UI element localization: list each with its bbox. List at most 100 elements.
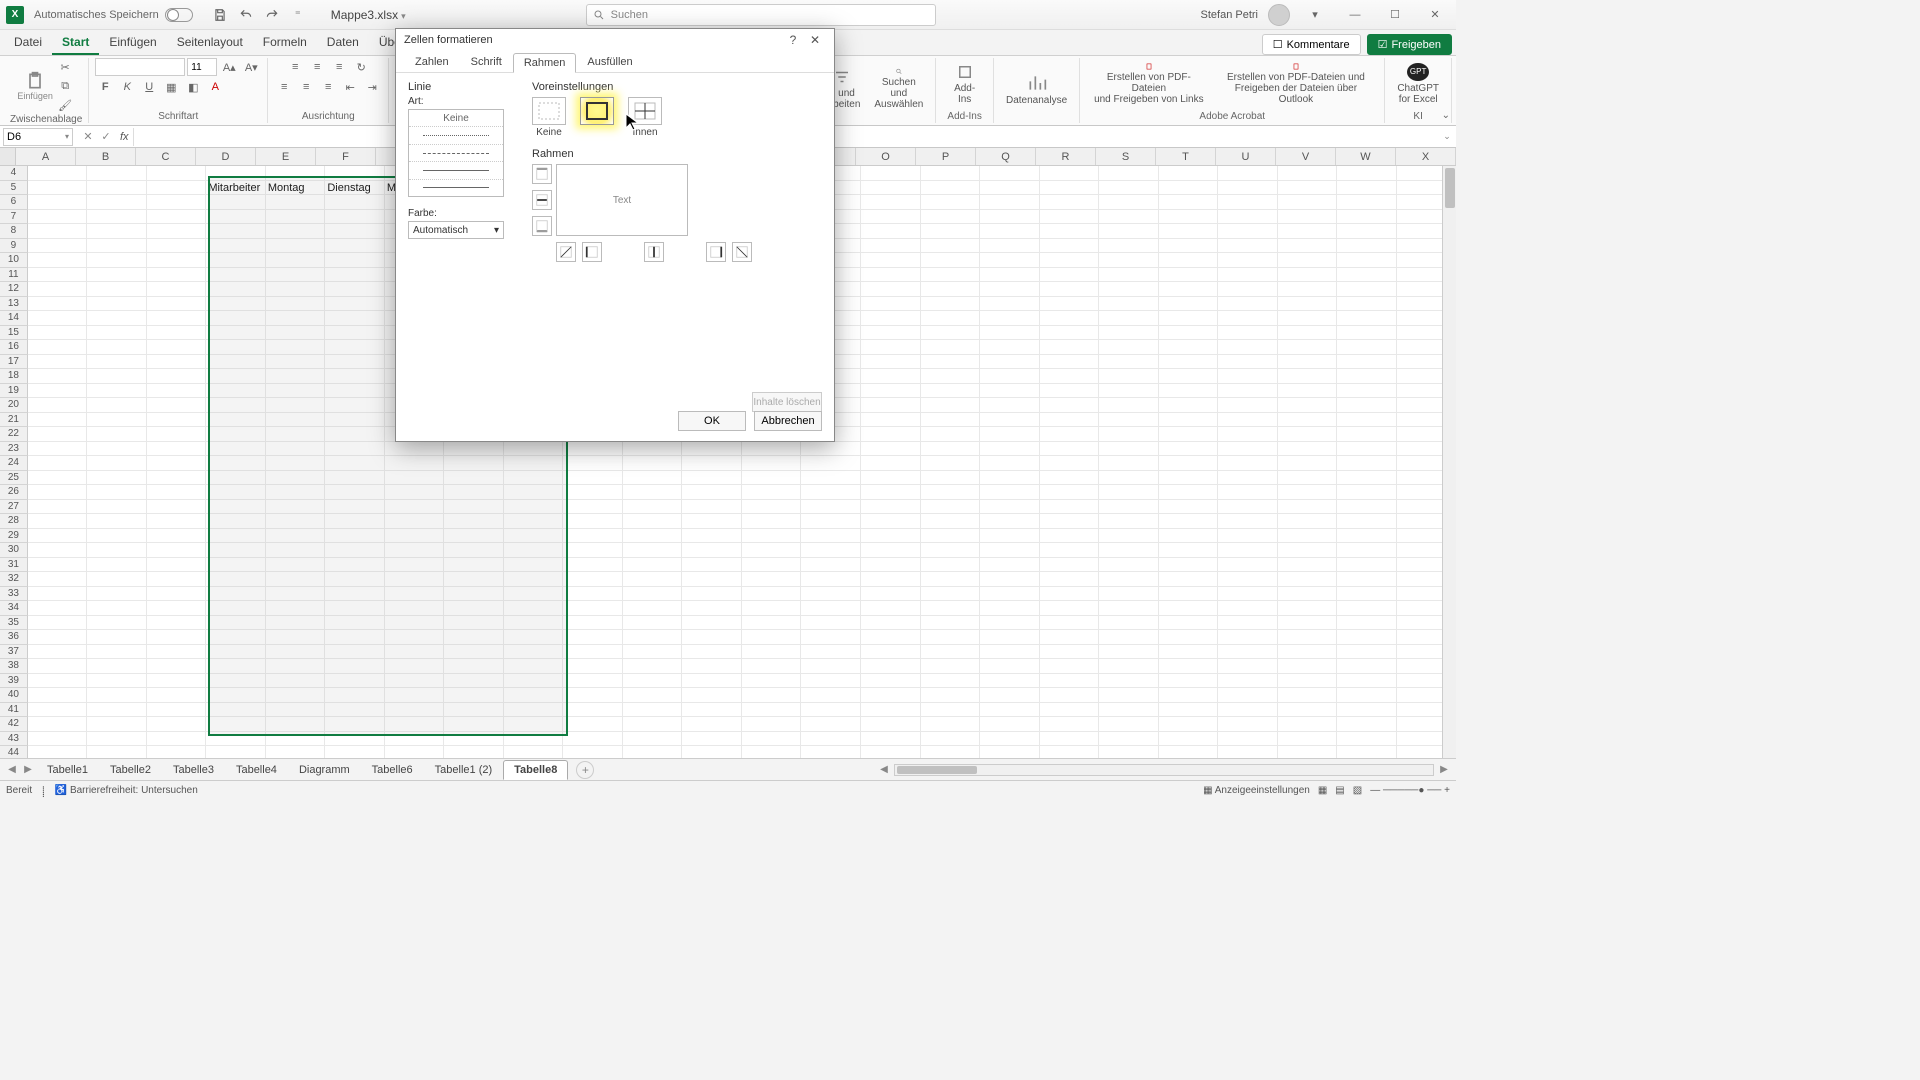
cell[interactable] xyxy=(921,500,981,515)
cell[interactable] xyxy=(1159,297,1219,312)
cell[interactable] xyxy=(1218,326,1278,341)
cell[interactable] xyxy=(1159,355,1219,370)
cell[interactable] xyxy=(87,630,147,645)
cell[interactable] xyxy=(1040,326,1100,341)
cell[interactable] xyxy=(147,572,207,587)
border-top-button[interactable] xyxy=(532,164,552,184)
cell[interactable] xyxy=(1337,529,1397,544)
cell[interactable] xyxy=(385,688,445,703)
cell[interactable] xyxy=(861,311,921,326)
cell[interactable] xyxy=(147,398,207,413)
cell[interactable] xyxy=(325,340,385,355)
cell[interactable] xyxy=(385,587,445,602)
cell[interactable] xyxy=(861,616,921,631)
row-header[interactable]: 43 xyxy=(0,732,28,747)
cell[interactable] xyxy=(206,340,266,355)
cell[interactable] xyxy=(1159,659,1219,674)
cell[interactable] xyxy=(1337,355,1397,370)
cell[interactable] xyxy=(87,616,147,631)
cell[interactable] xyxy=(1099,253,1159,268)
cell[interactable] xyxy=(623,717,683,732)
cell[interactable] xyxy=(861,659,921,674)
cell[interactable] xyxy=(563,456,623,471)
cell[interactable] xyxy=(444,587,504,602)
row-header[interactable]: 15 xyxy=(0,326,28,341)
row-header[interactable]: 27 xyxy=(0,500,28,515)
cell[interactable] xyxy=(28,355,88,370)
cell[interactable] xyxy=(266,471,326,486)
cell[interactable] xyxy=(921,311,981,326)
cell[interactable] xyxy=(385,674,445,689)
cell[interactable] xyxy=(206,442,266,457)
cell[interactable] xyxy=(861,688,921,703)
cell[interactable] xyxy=(623,674,683,689)
cell[interactable] xyxy=(1159,645,1219,660)
cell[interactable] xyxy=(921,326,981,341)
cell[interactable] xyxy=(801,601,861,616)
cell[interactable] xyxy=(682,659,742,674)
cell[interactable] xyxy=(87,413,147,428)
cell[interactable] xyxy=(1278,413,1338,428)
cell[interactable] xyxy=(861,398,921,413)
italic-icon[interactable]: K xyxy=(117,78,137,96)
cell[interactable] xyxy=(206,253,266,268)
cell[interactable] xyxy=(147,543,207,558)
cell[interactable] xyxy=(87,398,147,413)
cell[interactable] xyxy=(921,601,981,616)
cell[interactable] xyxy=(444,601,504,616)
row-header[interactable]: 34 xyxy=(0,601,28,616)
cell[interactable] xyxy=(980,543,1040,558)
cell[interactable] xyxy=(1040,210,1100,225)
cell[interactable] xyxy=(801,616,861,631)
cell[interactable] xyxy=(742,543,802,558)
cell[interactable] xyxy=(861,340,921,355)
cell[interactable] xyxy=(325,268,385,283)
acrobat-create-outlook-button[interactable]: Erstellen von PDF-Dateien undFreigeben d… xyxy=(1214,63,1379,107)
cell[interactable] xyxy=(266,210,326,225)
close-window-icon[interactable]: ✕ xyxy=(1420,4,1450,26)
cell[interactable] xyxy=(1159,572,1219,587)
column-header[interactable]: O xyxy=(856,148,916,165)
cell[interactable] xyxy=(980,398,1040,413)
cell[interactable] xyxy=(1159,340,1219,355)
cell[interactable] xyxy=(1040,529,1100,544)
hscroll-right-icon[interactable]: ▶ xyxy=(1436,764,1452,775)
cell[interactable] xyxy=(147,485,207,500)
cell[interactable] xyxy=(1218,442,1278,457)
cell[interactable] xyxy=(147,181,207,196)
cell[interactable] xyxy=(147,703,207,718)
indent-decrease-icon[interactable]: ⇤ xyxy=(340,78,360,96)
cell[interactable] xyxy=(1278,645,1338,660)
cell[interactable] xyxy=(266,645,326,660)
cell[interactable] xyxy=(1099,485,1159,500)
cell[interactable] xyxy=(206,587,266,602)
cell[interactable] xyxy=(28,210,88,225)
cell[interactable] xyxy=(861,210,921,225)
cell[interactable] xyxy=(980,572,1040,587)
accessibility-status[interactable]: ♿ Barrierefreiheit: Untersuchen xyxy=(55,785,198,796)
cell[interactable] xyxy=(1278,514,1338,529)
cell[interactable] xyxy=(87,224,147,239)
cell[interactable] xyxy=(147,268,207,283)
cell[interactable] xyxy=(1218,413,1278,428)
cell[interactable] xyxy=(1040,340,1100,355)
cell[interactable] xyxy=(325,703,385,718)
cell[interactable] xyxy=(325,224,385,239)
cell[interactable] xyxy=(1099,529,1159,544)
cell[interactable] xyxy=(1159,587,1219,602)
cell[interactable] xyxy=(444,703,504,718)
cell[interactable] xyxy=(87,514,147,529)
cell[interactable] xyxy=(1040,485,1100,500)
cell[interactable] xyxy=(444,616,504,631)
cell[interactable] xyxy=(921,297,981,312)
cell[interactable] xyxy=(206,746,266,758)
cell[interactable] xyxy=(266,572,326,587)
cell[interactable] xyxy=(1159,485,1219,500)
cell[interactable] xyxy=(325,529,385,544)
cell[interactable] xyxy=(1337,282,1397,297)
cell[interactable] xyxy=(87,326,147,341)
cell[interactable] xyxy=(266,659,326,674)
view-break-icon[interactable]: ▧ xyxy=(1353,785,1362,796)
cell[interactable] xyxy=(87,500,147,515)
cell[interactable] xyxy=(861,442,921,457)
